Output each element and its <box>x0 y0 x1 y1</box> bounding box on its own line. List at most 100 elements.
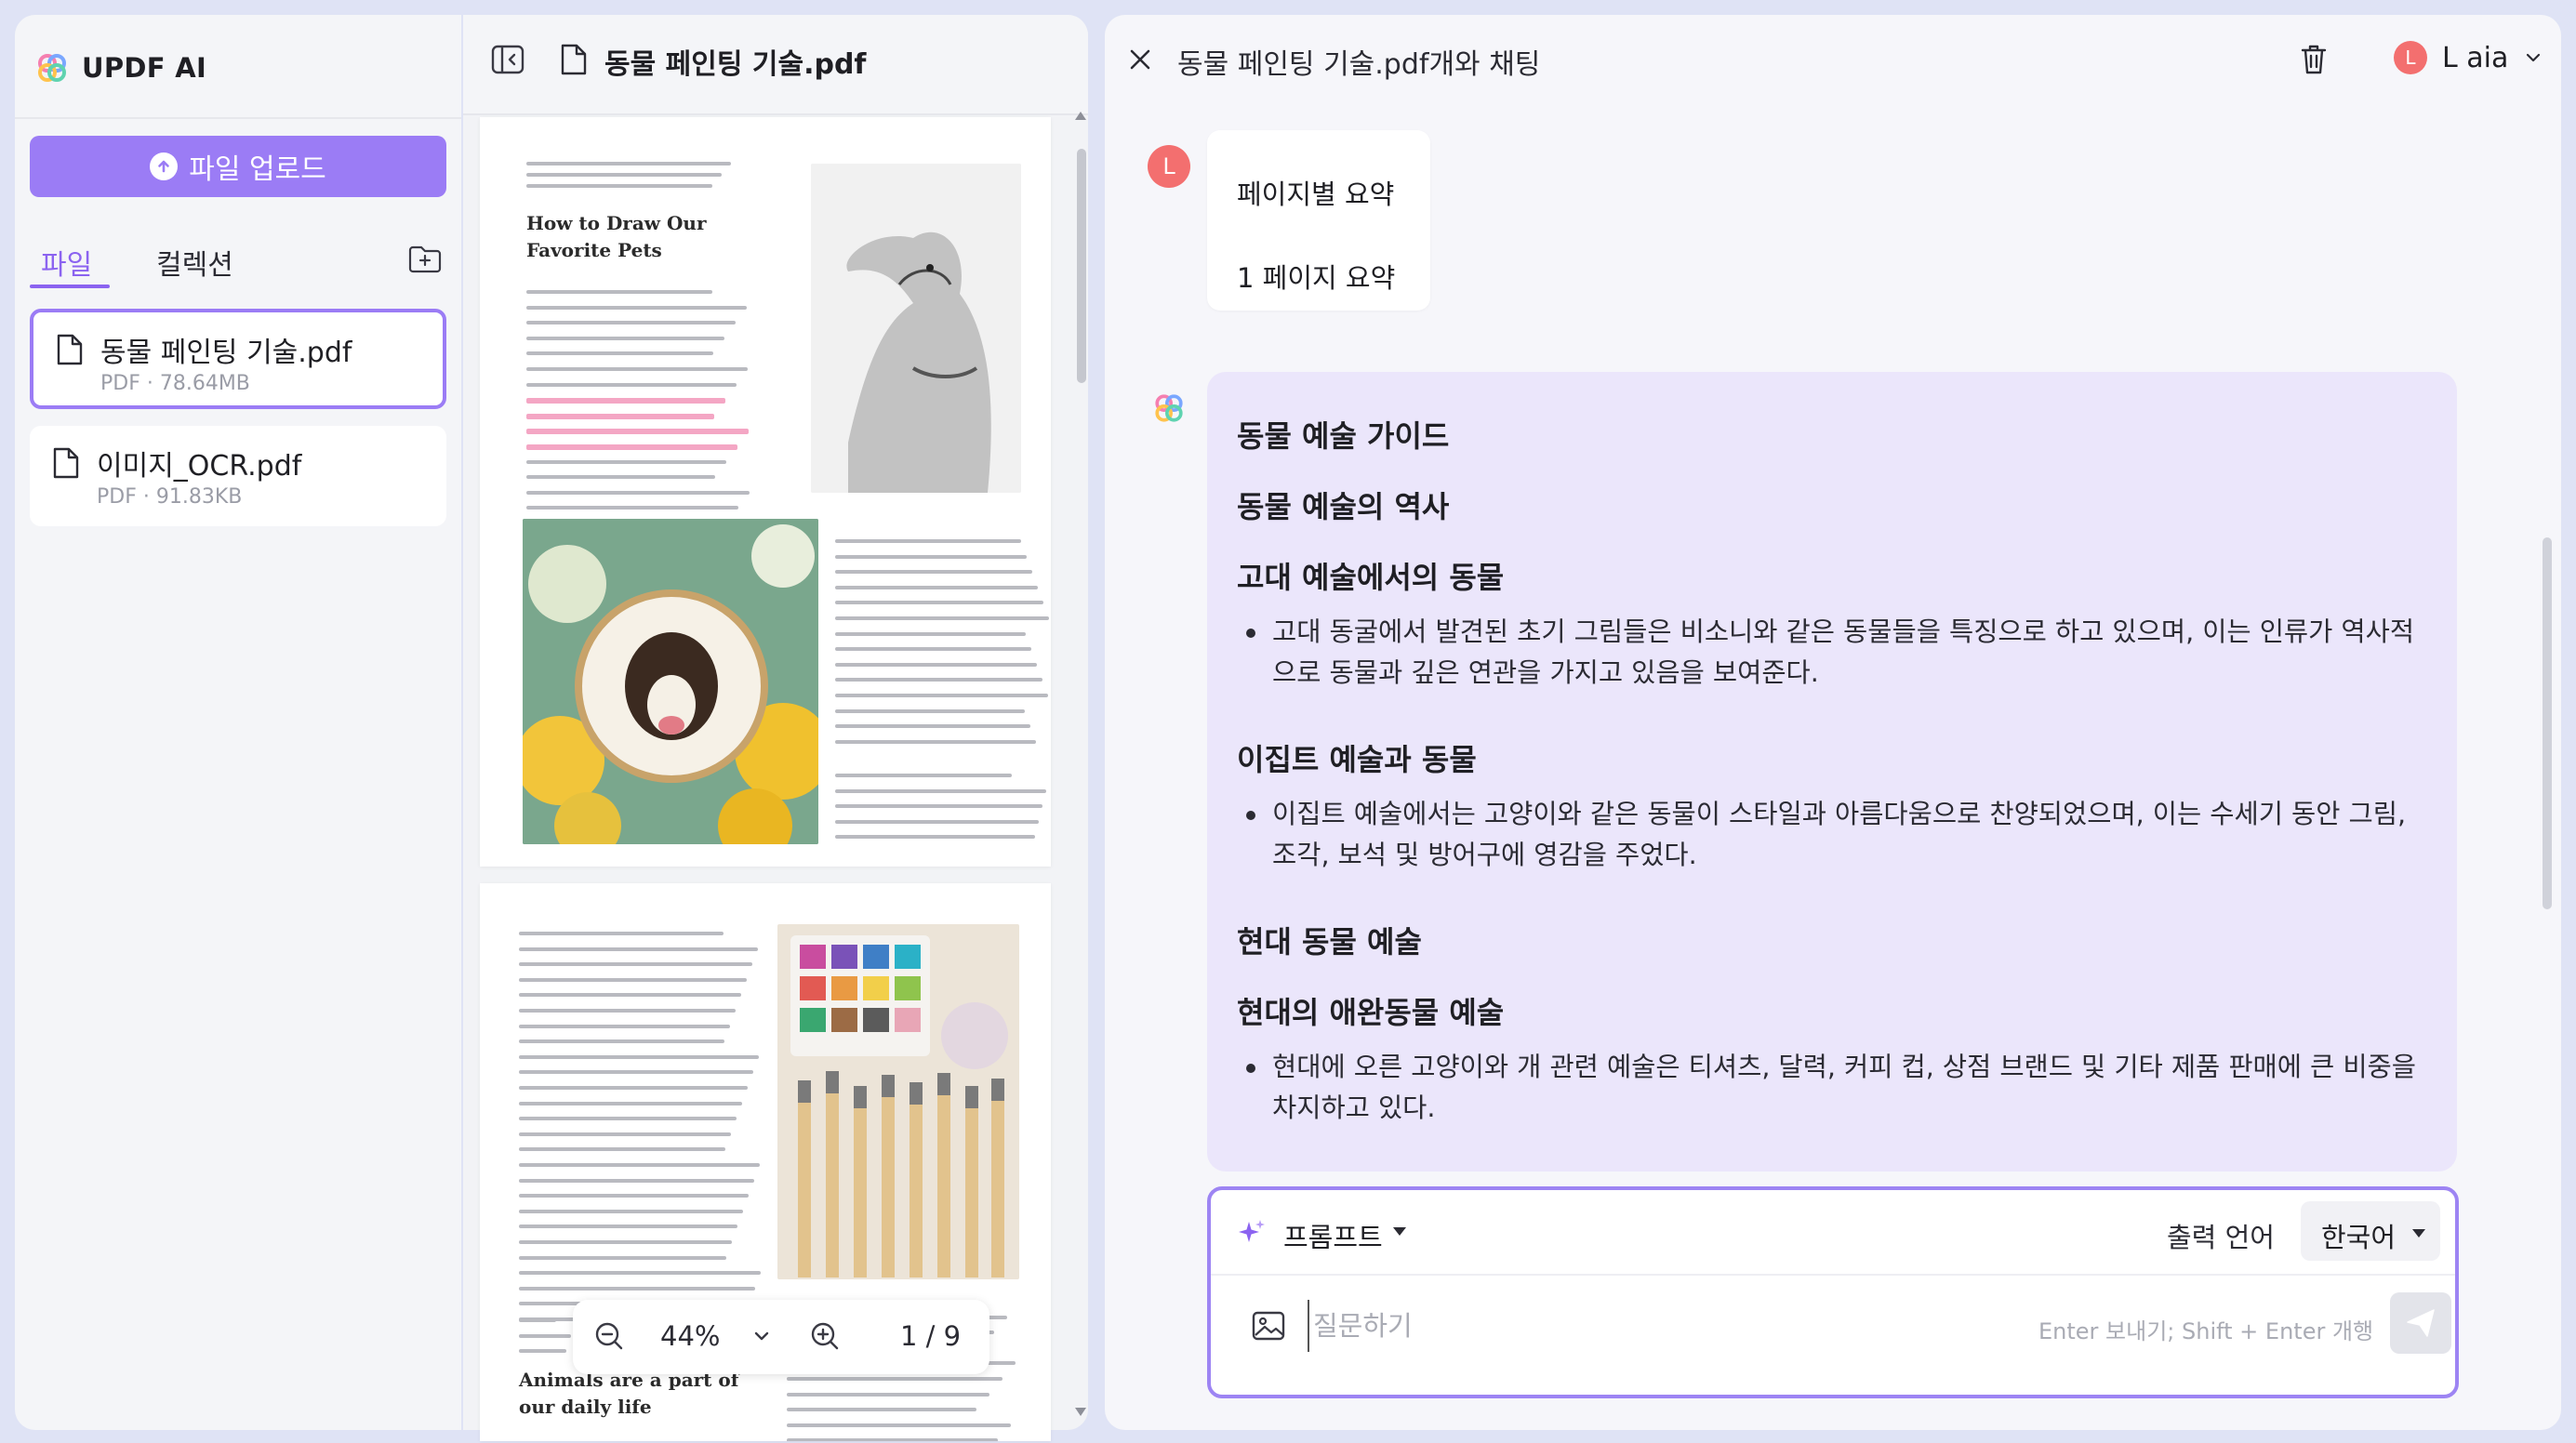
updf-ai-icon <box>1155 394 1183 422</box>
text-line <box>526 321 736 325</box>
file-item-image-ocr[interactable]: 이미지_OCR.pdf PDF · 91.83KB <box>30 426 446 526</box>
embroidery-dog-image <box>523 519 818 844</box>
text-line <box>835 804 1042 809</box>
ai-bullet-text: 현대에 오른 고양이와 개 관련 예술은 티셔츠, 달력, 커피 컵, 상점 브… <box>1272 1052 2416 1123</box>
text-line <box>519 1024 730 1028</box>
text-line <box>519 1147 725 1152</box>
scroll-down-arrow-icon[interactable] <box>1075 1408 1086 1416</box>
close-icon[interactable] <box>1127 46 1153 73</box>
ai-bullet: 이집트 예술에서는 고양이와 같은 동물이 스타일과 아름다움으로 찬양되었으며… <box>1239 794 2429 876</box>
file-meta: PDF · 78.64MB <box>100 372 250 395</box>
chat-header: 동물 페인팅 기술.pdf개와 채팅 L L aia <box>1105 15 2561 106</box>
question-input[interactable] <box>1308 1300 1996 1352</box>
user-message-line: 1 페이지 요약 <box>1237 262 1396 294</box>
text-line <box>835 647 1031 652</box>
text-line <box>835 631 1026 636</box>
caret-down-icon <box>2412 1229 2425 1238</box>
text-line <box>519 1286 755 1291</box>
file-name: 이미지_OCR.pdf <box>97 450 302 483</box>
text-line <box>835 708 1025 713</box>
text-line <box>519 1009 736 1013</box>
ai-heading: 현대의 애완동물 예술 <box>1237 995 1505 1030</box>
zoom-toolbar: 44% 1 / 9 <box>573 1300 989 1374</box>
chevron-down-icon[interactable] <box>750 1324 774 1348</box>
app-brand: UPDF AI <box>37 52 206 84</box>
sidebar: UPDF AI 파일 업로드 파일 컬렉션 동물 페인팅 기술.pdf PDF … <box>15 15 461 1430</box>
caret-down-icon[interactable] <box>1393 1227 1406 1236</box>
zoom-level[interactable]: 44% <box>660 1320 720 1352</box>
highlighted-text-line <box>526 429 749 435</box>
text-line <box>519 1039 724 1044</box>
text-line <box>519 1132 731 1136</box>
prompt-dropdown[interactable]: 프롬프트 <box>1283 1216 1383 1255</box>
file-item-animal-painting[interactable]: 동물 페인팅 기술.pdf PDF · 78.64MB <box>30 309 446 409</box>
trash-icon[interactable] <box>2299 43 2329 76</box>
text-line <box>835 724 1030 729</box>
image-attach-icon[interactable] <box>1252 1311 1285 1341</box>
text-line <box>526 305 747 310</box>
text-line <box>835 570 1032 575</box>
ai-message: 동물 예술 가이드 동물 예술의 역사 고대 예술에서의 동물 고대 동굴에서 … <box>1207 372 2457 1172</box>
bullet-dot <box>1246 629 1255 638</box>
text-line <box>519 1240 732 1244</box>
text-line <box>519 932 724 935</box>
highlighted-text-line <box>526 413 714 419</box>
document-icon <box>57 334 83 365</box>
new-folder-icon[interactable] <box>407 244 443 275</box>
app-title: UPDF AI <box>82 52 207 84</box>
user-message-line: 페이지별 요약 <box>1237 179 1395 210</box>
document-icon <box>53 447 79 479</box>
text-line <box>519 1101 742 1105</box>
text-line <box>787 1392 989 1397</box>
chat-title: 동물 페인팅 기술.pdf개와 채팅 <box>1177 48 1541 81</box>
message-avatar: L <box>1148 145 1190 188</box>
composer-toolbar: 프롬프트 출력 언어 한국어 <box>1211 1190 2455 1276</box>
page-heading: Animals are a part of our daily life <box>519 1369 739 1418</box>
avatar: L <box>2394 41 2427 74</box>
dog-sketch-image <box>811 164 1021 493</box>
send-button[interactable] <box>2390 1292 2451 1354</box>
text-line <box>835 774 1012 777</box>
highlighted-text-line <box>526 444 737 450</box>
upload-file-button[interactable]: 파일 업로드 <box>30 136 446 197</box>
upload-label: 파일 업로드 <box>189 153 326 186</box>
text-line <box>519 1255 726 1260</box>
file-tabs: 파일 컬렉션 <box>30 238 446 290</box>
ai-chat-panel: 동물 페인팅 기술.pdf개와 채팅 L L aia L 페이지별 요약 1 페… <box>1105 15 2561 1430</box>
text-line <box>835 539 1021 543</box>
text-line <box>519 1318 556 1322</box>
ai-heading: 고대 예술에서의 동물 <box>1237 560 1505 595</box>
zoom-in-icon[interactable] <box>809 1320 841 1352</box>
ai-heading: 동물 예술의 역사 <box>1237 489 1450 524</box>
ai-bullet: 현대에 오른 고양이와 개 관련 예술은 티셔츠, 달력, 커피 컵, 상점 브… <box>1239 1047 2429 1129</box>
send-shortcut-hint: Enter 보내기; Shift + Enter 개행 <box>2038 1318 2374 1344</box>
text-line <box>519 1086 748 1090</box>
ai-heading: 현대 동물 예술 <box>1237 924 1422 960</box>
chat-composer: 프롬프트 출력 언어 한국어 Enter 보내기; Shift + Enter … <box>1207 1186 2459 1398</box>
text-line <box>787 1423 1011 1427</box>
zoom-out-icon[interactable] <box>593 1320 625 1352</box>
text-line <box>519 1178 754 1183</box>
user-menu[interactable]: L L aia <box>2394 41 2543 74</box>
sparkle-icon <box>1239 1220 1265 1242</box>
text-line <box>835 694 1048 697</box>
updf-logo-icon <box>38 54 66 82</box>
text-line <box>526 290 712 294</box>
viewer-scroll-thumb[interactable] <box>1077 149 1086 383</box>
scroll-up-arrow-icon[interactable] <box>1075 112 1086 120</box>
tab-files[interactable]: 파일 <box>41 242 92 283</box>
text-line <box>526 382 737 387</box>
tab-collections[interactable]: 컬렉션 <box>156 242 233 283</box>
collapse-sidebar-icon[interactable] <box>491 45 524 74</box>
output-language-select[interactable]: 한국어 <box>2301 1201 2440 1261</box>
chat-scroll-thumb[interactable] <box>2543 537 2552 909</box>
bullet-dot <box>1246 1064 1255 1073</box>
text-line <box>835 554 1027 559</box>
text-line <box>526 490 750 495</box>
file-meta: PDF · 91.83KB <box>97 485 243 509</box>
text-line <box>835 585 1038 589</box>
ai-heading: 이집트 예술과 동물 <box>1237 742 1477 777</box>
page-indicator[interactable]: 1 / 9 <box>900 1320 961 1352</box>
pdf-page-1: How to Draw Our Favorite Pets <box>480 117 1051 867</box>
text-line <box>526 336 724 340</box>
